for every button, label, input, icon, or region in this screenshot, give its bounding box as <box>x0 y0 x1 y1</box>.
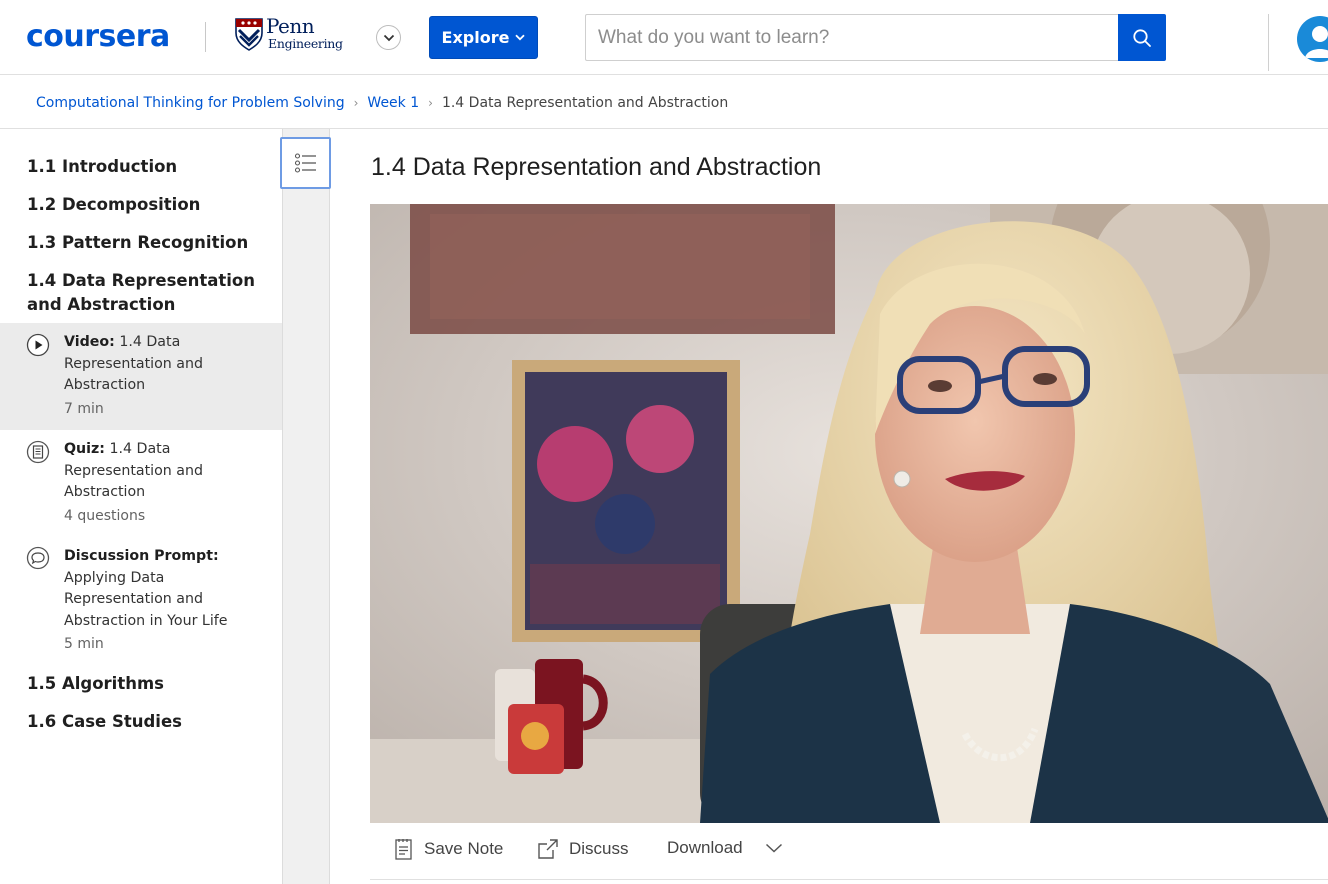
penn-logo-name: Penn <box>266 14 315 38</box>
save-note-label: Save Note <box>424 839 504 858</box>
video-frame-image <box>370 204 1328 823</box>
penn-logo-sub: Engineering <box>268 36 343 51</box>
toggle-outline-button[interactable] <box>280 137 331 189</box>
logo-divider <box>205 22 206 52</box>
sidebar-toggle-column <box>282 129 330 884</box>
note-icon <box>395 839 412 860</box>
breadcrumb-course-link[interactable]: Computational Thinking for Problem Solvi… <box>36 95 345 111</box>
search-button[interactable] <box>1118 14 1166 61</box>
sidebar-lesson-1-4[interactable]: 1.4 Data Representation and Abstraction <box>27 269 257 317</box>
download-label: Download <box>667 838 743 857</box>
search-field <box>585 14 1119 61</box>
top-nav: coursera Penn Engineering Explore <box>0 0 1328 75</box>
item-meta: 5 min <box>64 636 104 652</box>
download-dropdown[interactable]: Download <box>667 838 783 858</box>
search-input[interactable] <box>586 15 1119 60</box>
penn-shield-icon <box>235 18 263 51</box>
play-circle-icon <box>26 333 50 357</box>
chevron-right-icon: › <box>353 96 359 110</box>
user-icon <box>1305 26 1328 58</box>
sidebar-lesson-1-6[interactable]: 1.6 Case Studies <box>27 710 182 734</box>
explore-button[interactable]: Explore <box>429 16 538 59</box>
penn-engineering-logo[interactable]: Penn Engineering <box>234 15 344 59</box>
item-type-label: Video: <box>64 334 115 350</box>
item-meta: 4 questions <box>64 507 146 524</box>
coursera-logo[interactable]: coursera <box>26 20 170 54</box>
external-link-icon <box>538 839 558 859</box>
item-type-label: Discussion Prompt: <box>64 548 219 564</box>
partner-dropdown-button[interactable] <box>376 25 401 50</box>
sidebar-item-quiz[interactable]: Quiz: 1.4 Data Representation and Abstra… <box>0 430 282 537</box>
search-icon <box>1133 28 1151 47</box>
breadcrumb-current: 1.4 Data Representation and Abstraction <box>441 95 729 111</box>
nav-divider <box>1268 14 1269 71</box>
breadcrumb: Computational Thinking for Problem Solvi… <box>36 93 728 113</box>
chevron-down-icon <box>765 843 782 853</box>
discussion-icon <box>26 546 50 570</box>
sidebar-lesson-1-5[interactable]: 1.5 Algorithms <box>27 672 164 696</box>
breadcrumb-week-link[interactable]: Week 1 <box>367 95 419 111</box>
sidebar-lesson-1-2[interactable]: 1.2 Decomposition <box>27 193 200 217</box>
sidebar-lesson-1-3[interactable]: 1.3 Pattern Recognition <box>27 231 248 255</box>
discuss-button[interactable]: Discuss <box>537 838 629 860</box>
chevron-down-icon <box>383 34 394 41</box>
sidebar-item-video[interactable]: Video: 1.4 Data Representation and Abstr… <box>0 323 282 430</box>
explore-label: Explore <box>441 28 510 47</box>
item-title: Applying Data Representation and Abstrac… <box>64 569 228 629</box>
chevron-right-icon: › <box>428 96 433 110</box>
video-player[interactable] <box>370 204 1328 823</box>
item-meta: 7 min <box>64 400 104 417</box>
item-type-label: Quiz: <box>64 441 105 457</box>
page-title: 1.4 Data Representation and Abstraction <box>371 153 822 181</box>
chevron-down-icon <box>515 34 526 41</box>
discuss-label: Discuss <box>569 839 629 858</box>
save-note-button[interactable]: Save Note <box>394 838 503 860</box>
video-actions-bar: Save Note Discuss Download <box>370 823 1328 880</box>
quiz-icon <box>26 440 50 464</box>
course-outline-sidebar: 1.1 Introduction 1.2 Decomposition 1.3 P… <box>0 129 282 884</box>
user-avatar[interactable] <box>1297 16 1328 62</box>
sidebar-lesson-1-1[interactable]: 1.1 Introduction <box>27 155 177 179</box>
sidebar-item-discussion[interactable]: Discussion Prompt: Applying Data Represe… <box>0 537 282 661</box>
list-icon <box>294 153 316 173</box>
